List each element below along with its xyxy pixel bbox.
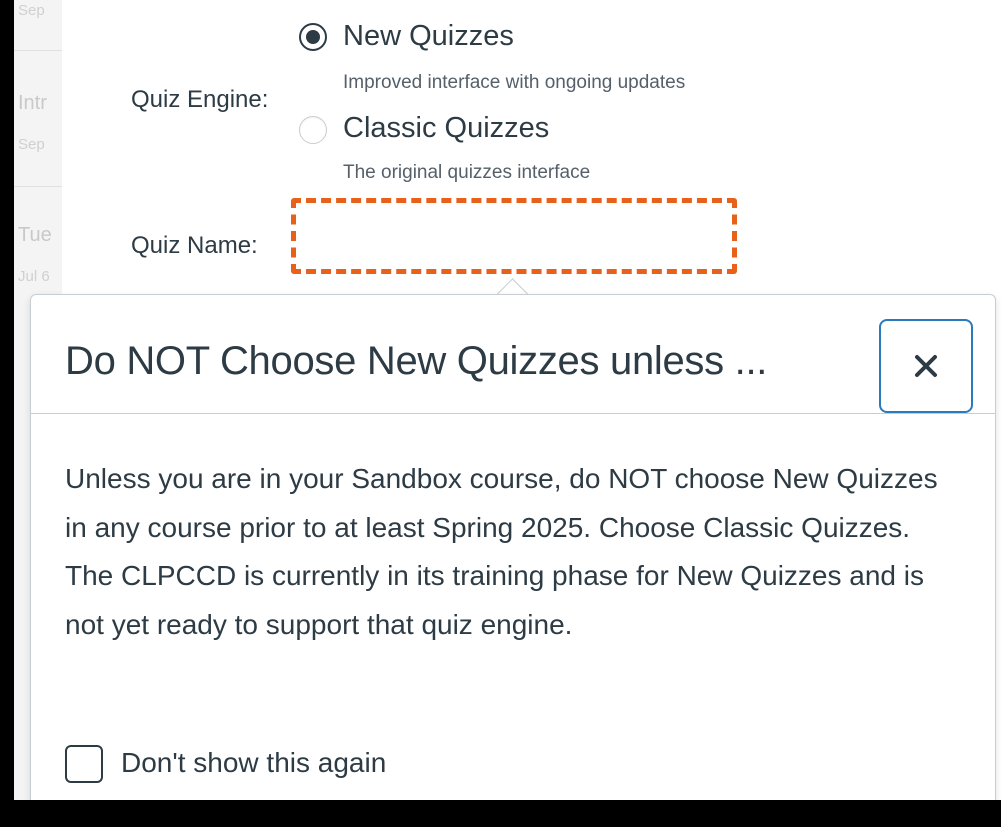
classic-quizzes-option-title[interactable]: Classic Quizzes xyxy=(343,112,549,145)
new-quizzes-option-description: Improved interface with ongoing updates xyxy=(343,72,686,93)
quiz-name-label: Quiz Name: xyxy=(131,232,258,259)
list-item-title: Tue xyxy=(18,224,52,246)
dont-show-again-label[interactable]: Don't show this again xyxy=(121,747,386,779)
close-icon xyxy=(915,355,937,377)
quiz-engine-label: Quiz Engine: xyxy=(131,86,269,113)
list-item-date: Sep xyxy=(18,136,45,153)
background-bottom xyxy=(0,800,1001,827)
warning-popover: Do NOT Choose New Quizzes unless ... Unl… xyxy=(30,294,996,810)
classic-quizzes-option-description: The original quizzes interface xyxy=(343,162,591,183)
list-item-title: Intr xyxy=(18,92,47,114)
list-item-date: Sep xyxy=(18,2,45,19)
divider xyxy=(14,50,62,51)
popover-header-divider xyxy=(31,413,995,414)
dont-show-again-checkbox[interactable] xyxy=(65,745,103,783)
list-item-date: Jul 6 xyxy=(18,268,50,285)
new-quizzes-radio[interactable] xyxy=(299,23,327,51)
popover-title: Do NOT Choose New Quizzes unless ... xyxy=(65,339,768,383)
classic-quizzes-radio[interactable] xyxy=(299,116,327,144)
new-quizzes-option-title[interactable]: New Quizzes xyxy=(343,20,514,53)
divider xyxy=(14,186,62,187)
close-button[interactable] xyxy=(879,319,973,413)
popover-message: Unless you are in your Sandbox course, d… xyxy=(65,463,938,640)
quiz-name-input[interactable] xyxy=(291,198,737,274)
